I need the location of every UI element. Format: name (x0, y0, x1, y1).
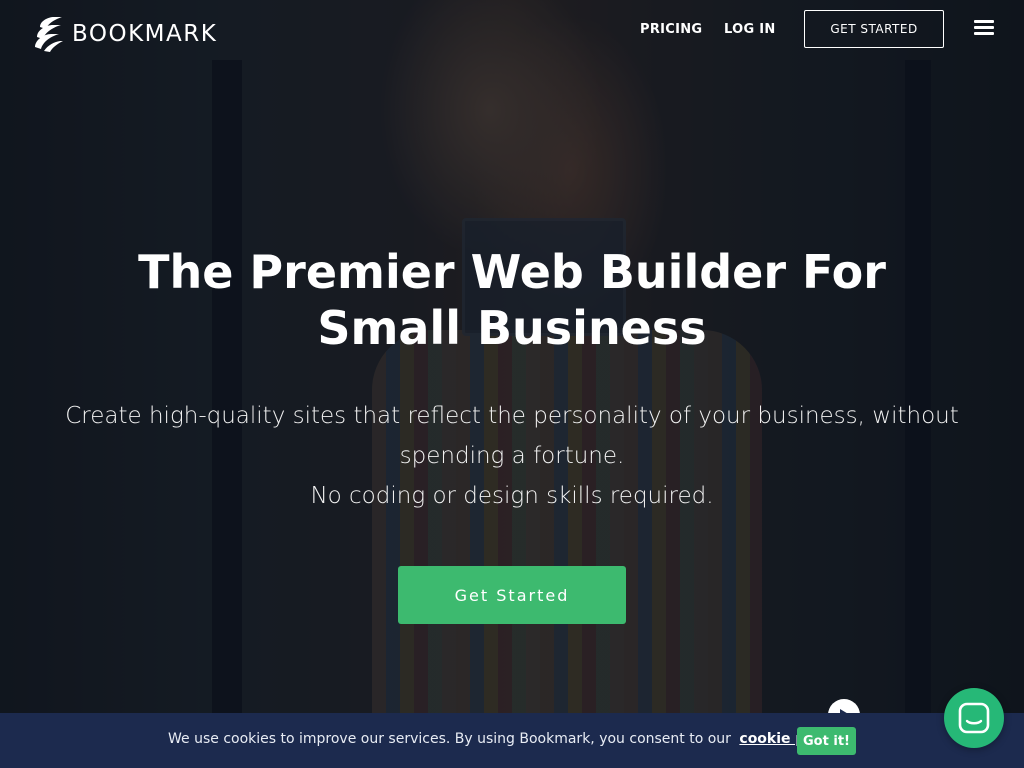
cookie-consent-bar: We use cookies to improve our services. … (0, 713, 1024, 768)
hero-title: The Premier Web Builder For Small Busine… (138, 245, 886, 355)
cookie-text: We use cookies to improve our services. … (168, 731, 731, 747)
nav-login-link[interactable]: LOG IN (724, 22, 776, 37)
brand-logo[interactable]: BOOKMARK (34, 15, 217, 53)
site-header: BOOKMARK PRICING LOG IN GET STARTED (0, 0, 1024, 62)
nav-pricing-link[interactable]: PRICING (640, 22, 702, 37)
hero-dark-overlay (0, 0, 1024, 768)
bookmark-logo-icon (35, 17, 63, 52)
header-get-started-button[interactable]: GET STARTED (804, 10, 944, 48)
chat-icon (958, 702, 990, 734)
hero-subtitle: Create high-quality sites that reflect t… (50, 396, 974, 516)
cookie-accept-button[interactable]: Got it! (797, 727, 856, 755)
hamburger-menu-icon[interactable] (974, 20, 994, 36)
chat-launcher-button[interactable] (944, 688, 1004, 748)
hero-get-started-button[interactable]: Get Started (398, 566, 626, 624)
cookie-message: We use cookies to improve our services. … (168, 731, 846, 747)
brand-name: BOOKMARK (72, 21, 218, 47)
hero-subtitle-line2: No coding or design skills required. (310, 483, 714, 509)
hero-subtitle-line1: Create high-quality sites that reflect t… (65, 403, 959, 469)
